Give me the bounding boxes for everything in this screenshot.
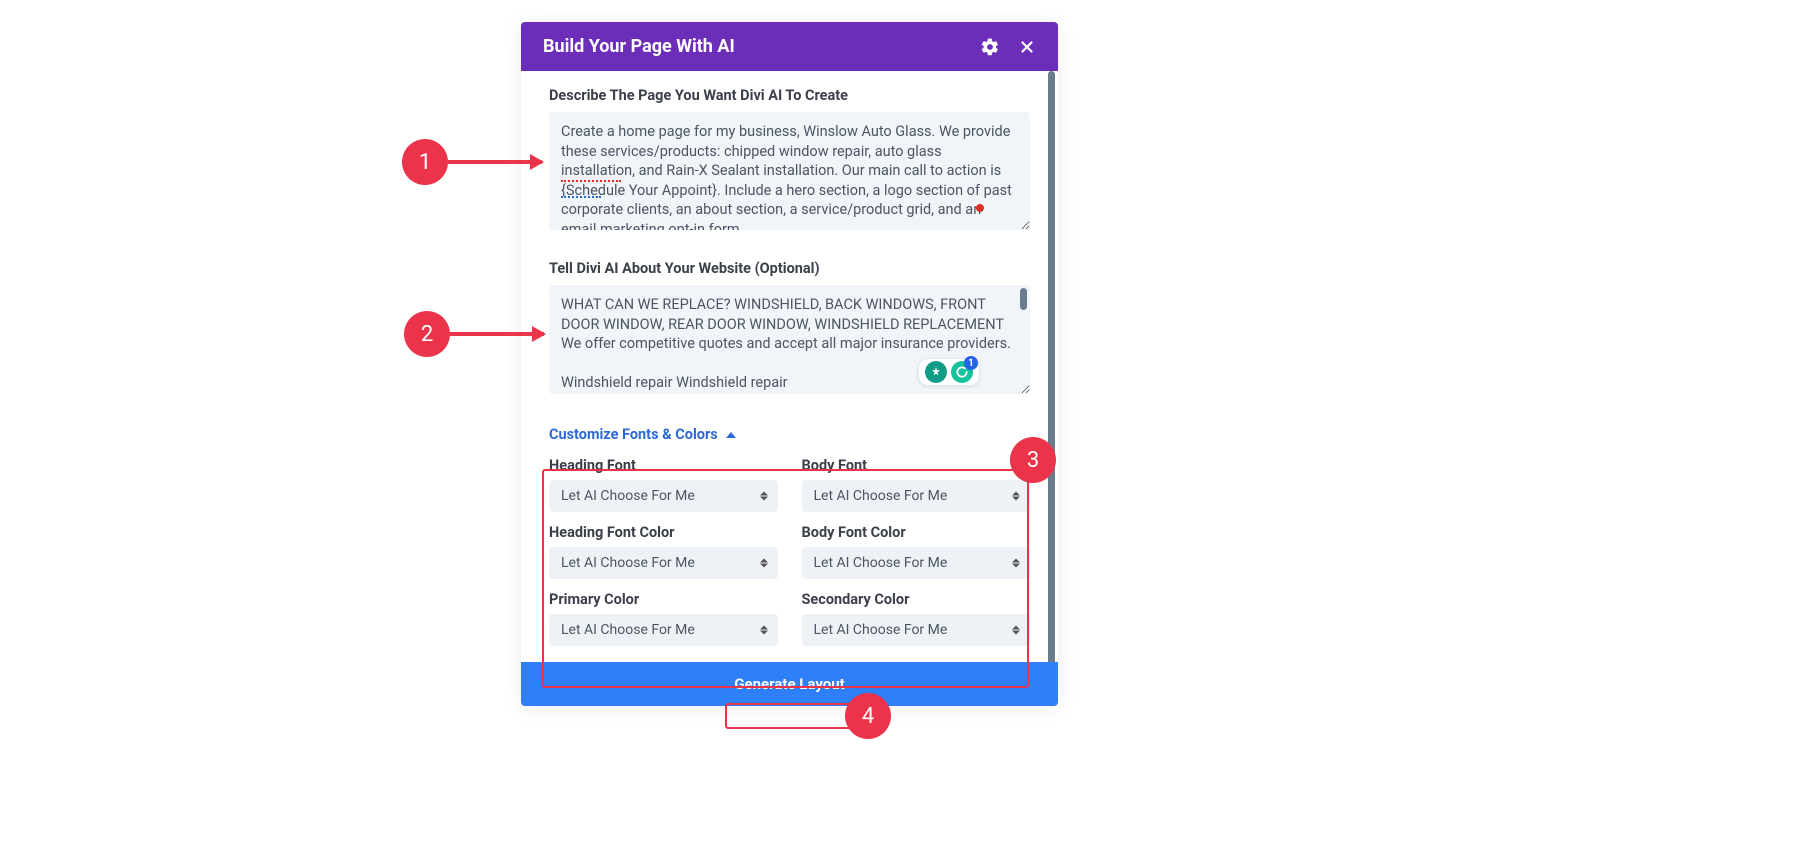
customize-toggle-label: Customize Fonts & Colors <box>549 426 718 443</box>
describe-page-label: Describe The Page You Want Divi AI To Cr… <box>549 87 1030 104</box>
modal-title: Build Your Page With AI <box>543 36 735 57</box>
grammarly-widget[interactable]: 1 <box>918 358 980 386</box>
grammarly-error-dot <box>976 204 984 212</box>
scroll-thumb[interactable] <box>1048 71 1055 666</box>
spellcheck-underline <box>561 180 621 182</box>
annotation-arrow-1 <box>448 160 542 164</box>
grammarly-premium-icon[interactable] <box>925 361 947 383</box>
customize-fonts-colors-toggle[interactable]: Customize Fonts & Colors <box>549 426 1030 443</box>
annotation-circle-2: 2 <box>404 311 450 357</box>
grammarly-icon[interactable]: 1 <box>951 361 973 383</box>
header-icons <box>980 37 1036 57</box>
modal-header: Build Your Page With AI <box>521 22 1058 71</box>
close-icon[interactable] <box>1018 38 1036 56</box>
annotation-circle-3: 3 <box>1010 437 1056 483</box>
grammarly-count-badge: 1 <box>964 356 978 370</box>
about-website-label: Tell Divi AI About Your Website (Optiona… <box>549 260 1030 277</box>
describe-page-wrap <box>549 112 1030 234</box>
annotation-box-4 <box>725 703 853 729</box>
annotation-circle-1: 1 <box>402 139 448 185</box>
gear-icon[interactable] <box>980 37 1000 57</box>
modal-scrollbar[interactable] <box>1048 71 1055 662</box>
annotation-arrow-2 <box>450 332 544 336</box>
describe-page-textarea[interactable] <box>549 112 1030 230</box>
chevron-up-icon <box>726 432 736 438</box>
annotation-circle-4: 4 <box>845 693 891 739</box>
annotation-box-3 <box>542 469 1029 688</box>
about-website-wrap: 1 <box>549 285 1030 398</box>
grammar-underline <box>561 196 601 198</box>
